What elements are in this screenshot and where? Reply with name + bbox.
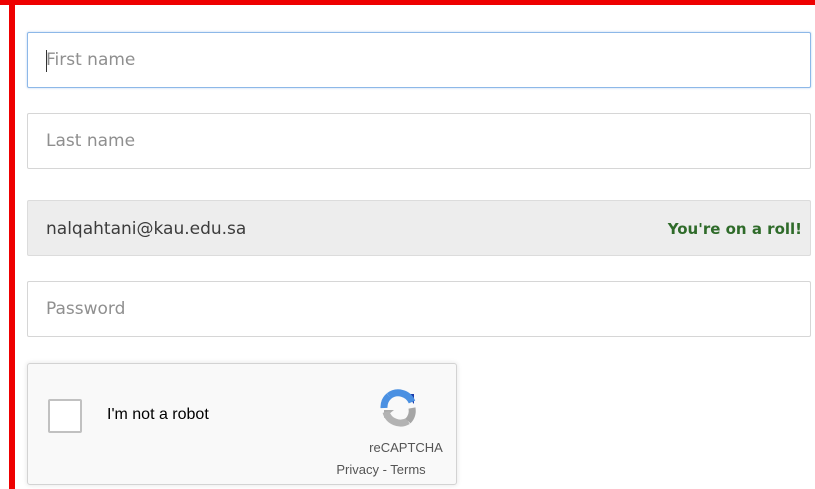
first-name-field[interactable] xyxy=(27,32,811,88)
first-name-input[interactable] xyxy=(28,33,810,87)
password-field[interactable] xyxy=(27,281,811,337)
privacy-link[interactable]: Privacy xyxy=(336,462,379,477)
recaptcha-links: Privacy - Terms xyxy=(308,462,454,477)
terms-link[interactable]: Terms xyxy=(390,462,425,477)
last-name-input[interactable] xyxy=(28,114,810,168)
email-status-message: You're on a roll! xyxy=(667,220,802,238)
text-caret xyxy=(46,50,47,72)
recaptcha-logo-icon xyxy=(380,389,416,427)
link-separator: - xyxy=(378,462,391,477)
last-name-field[interactable] xyxy=(27,113,811,169)
highlight-frame-left xyxy=(9,0,15,489)
recaptcha-checkbox[interactable] xyxy=(48,399,82,433)
recaptcha-brand-text: reCAPTCHA xyxy=(369,440,443,455)
email-field[interactable]: nalqahtani@kau.edu.sa You're on a roll! xyxy=(27,200,811,256)
highlight-frame-top xyxy=(0,0,815,5)
email-value: nalqahtani@kau.edu.sa xyxy=(46,219,247,239)
password-input[interactable] xyxy=(28,282,810,336)
recaptcha-widget: I'm not a robot reCAPTCHA Privacy - Term… xyxy=(27,363,457,485)
recaptcha-label: I'm not a robot xyxy=(107,406,209,423)
